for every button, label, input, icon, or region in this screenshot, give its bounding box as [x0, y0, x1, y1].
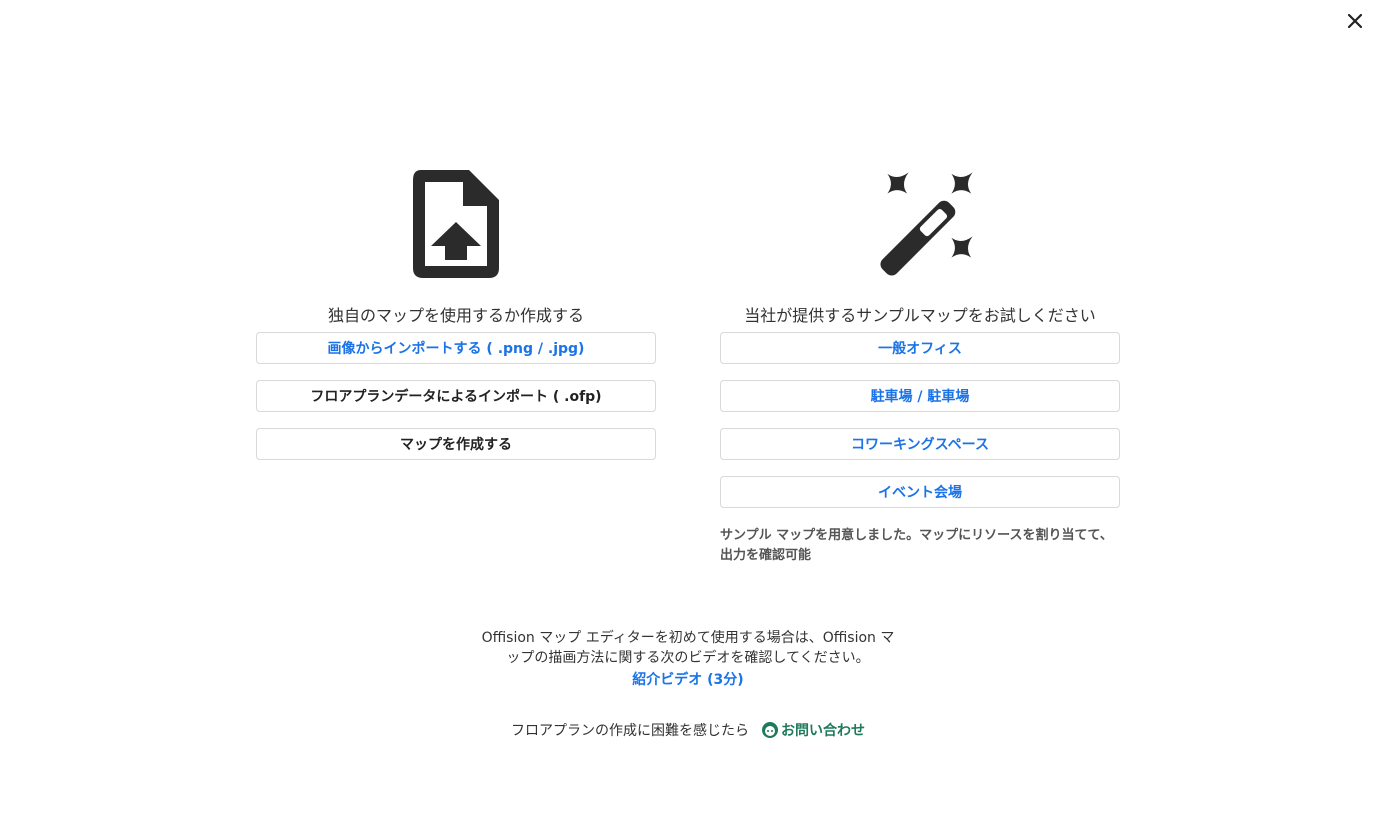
contact-link[interactable]: お問い合わせ [761, 720, 865, 740]
import-image-button[interactable]: 画像からインポートする ( .png / .jpg) [256, 332, 656, 364]
support-agent-icon [762, 722, 778, 738]
help-row: フロアプランの作成に困難を感じたら お問い合わせ [0, 720, 1376, 740]
own-map-title: 独自のマップを使用するか作成する [327, 306, 584, 325]
magic-wand-icon [862, 160, 978, 280]
intro-video-link[interactable]: 紹介ビデオ (3分) [632, 670, 743, 690]
own-map-buttons: 画像からインポートする ( .png / .jpg) フロアプランデータによるイ… [256, 332, 656, 460]
import-ofp-button[interactable]: フロアプランデータによるインポート ( .ofp) [256, 380, 656, 412]
sample-map-buttons: 一般オフィス 駐車場 / 駐車場 コワーキングスペース イベント会場 [720, 332, 1120, 508]
sample-office-button[interactable]: 一般オフィス [720, 332, 1120, 364]
sample-event-venue-button[interactable]: イベント会場 [720, 476, 1120, 508]
sample-map-section: 当社が提供するサンプルマップをお試しください 一般オフィス 駐車場 / 駐車場 … [720, 160, 1120, 566]
sample-parking-button[interactable]: 駐車場 / 駐車場 [720, 380, 1120, 412]
sample-map-title: 当社が提供するサンプルマップをお試しください [744, 306, 1096, 325]
sample-map-dialog: 独自のマップを使用するか作成する 画像からインポートする ( .png / .j… [0, 0, 1376, 840]
contact-link-label: お問い合わせ [781, 723, 865, 739]
intro-text: Offision マップ エディターを初めて使用する場合は、Offision マ… [481, 630, 895, 666]
intro-section: Offision マップ エディターを初めて使用する場合は、Offision マ… [0, 628, 1376, 690]
sample-coworking-button[interactable]: コワーキングスペース [720, 428, 1120, 460]
help-text: フロアプランの作成に困難を感じたら [511, 723, 749, 739]
close-button[interactable] [1340, 8, 1370, 34]
create-map-button[interactable]: マップを作成する [256, 428, 656, 460]
file-upload-icon [411, 160, 501, 280]
close-icon [1348, 14, 1362, 28]
sample-map-note: サンプル マップを用意しました。マップにリソースを割り当てて、出力を確認可能 [720, 528, 1113, 563]
own-map-section: 独自のマップを使用するか作成する 画像からインポートする ( .png / .j… [256, 160, 656, 460]
